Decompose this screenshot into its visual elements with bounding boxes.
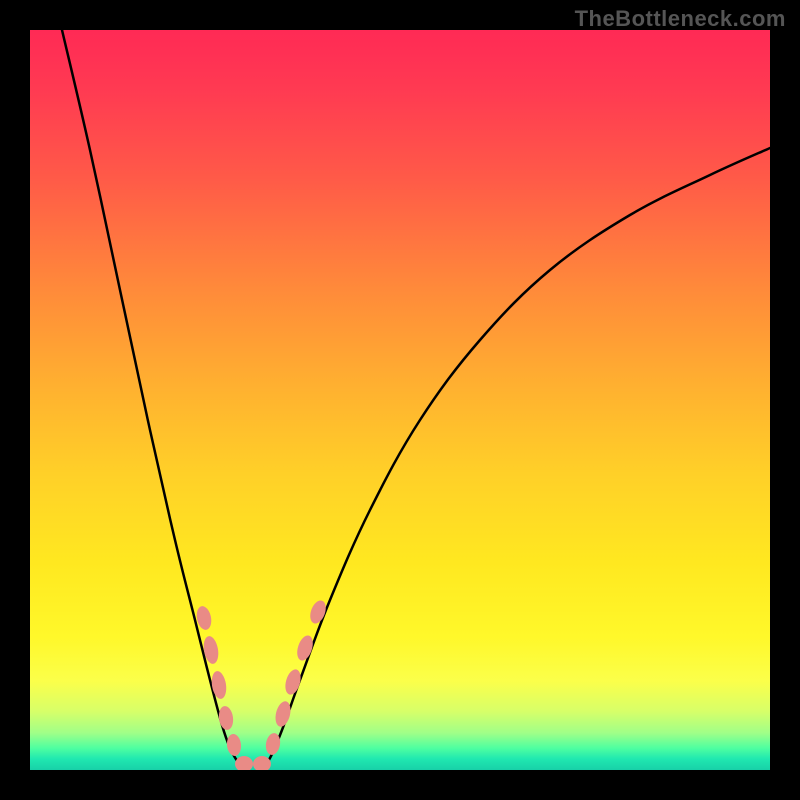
marker-6 [253, 756, 271, 770]
chart-svg [30, 30, 770, 770]
marker-3 [217, 705, 234, 731]
marker-2 [210, 670, 228, 700]
marker-4 [226, 733, 242, 756]
chart-container: TheBottleneck.com [0, 0, 800, 800]
marker-5 [235, 756, 253, 770]
curve-group [62, 30, 770, 768]
plot-area [30, 30, 770, 770]
marker-8 [273, 700, 293, 729]
watermark-text: TheBottleneck.com [575, 6, 786, 32]
series-right-curve [262, 148, 770, 768]
marker-group [195, 598, 329, 770]
